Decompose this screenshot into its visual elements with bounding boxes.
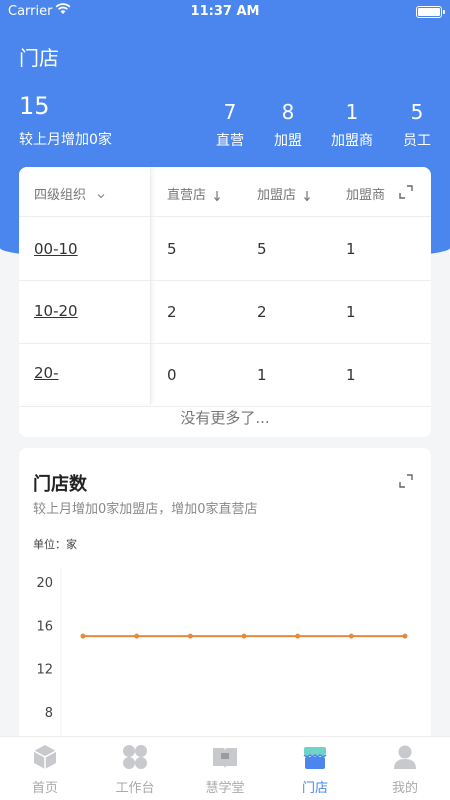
table-cell: 5 xyxy=(257,240,267,258)
cube-icon xyxy=(33,745,57,769)
total-change-text: 较上月增加0家 xyxy=(19,132,112,148)
row-label-link[interactable]: 10-20 xyxy=(34,302,78,320)
table-cell: 2 xyxy=(167,303,177,321)
column-label: 直营店 xyxy=(167,188,207,203)
data-point[interactable] xyxy=(295,633,301,639)
stat-franchisee[interactable]: 1 加盟商 xyxy=(317,100,387,150)
table-cell: 1 xyxy=(346,303,356,321)
chevron-down-icon xyxy=(97,193,105,198)
chart-title: 门店数 xyxy=(33,474,87,495)
table-cell: 1 xyxy=(346,240,356,258)
column-franchisees[interactable]: 加盟商 xyxy=(346,184,391,203)
data-point[interactable] xyxy=(241,633,247,639)
chart-unit-label: 单位：家 xyxy=(33,538,77,551)
group-level-dropdown[interactable]: 四级组织 xyxy=(34,184,106,203)
table-cell: 1 xyxy=(346,366,356,384)
stat-value: 8 xyxy=(281,100,295,124)
table-cell: 1 xyxy=(257,366,267,384)
total-store-count: 15 xyxy=(19,92,50,120)
stat-value: 5 xyxy=(410,100,424,124)
table-cell: 2 xyxy=(257,303,267,321)
user-icon xyxy=(394,745,416,769)
group-level-label: 四级组织 xyxy=(34,188,87,203)
stat-label: 加盟 xyxy=(274,133,302,149)
store-table-card: 四级组织 直营店 加盟店 加盟商 00-10 5 5 1 10-20 2 2 1… xyxy=(19,167,431,437)
book-icon xyxy=(213,748,237,769)
data-point[interactable] xyxy=(80,633,86,639)
stat-franchise[interactable]: 8 加盟 xyxy=(253,100,323,150)
y-tick-label: 8 xyxy=(45,706,53,721)
tab-bar: 首页 工作台 慧学堂 门店 我的 xyxy=(0,736,450,800)
sort-down-icon xyxy=(304,190,311,201)
row-label-link[interactable]: 00-10 xyxy=(34,240,78,258)
page-title: 门店 xyxy=(19,46,59,70)
tab-stores[interactable]: 门店 xyxy=(270,737,360,800)
column-label: 加盟商 xyxy=(346,188,386,203)
clock: 11:37 AM xyxy=(190,4,260,19)
data-point[interactable] xyxy=(402,633,408,639)
y-tick-label: 16 xyxy=(36,619,53,634)
y-tick-label: 20 xyxy=(36,576,53,591)
chart-subtitle: 较上月增加0家加盟店，增加0家直营店 xyxy=(33,502,258,517)
column-franchise-stores[interactable]: 加盟店 xyxy=(257,184,311,203)
expand-icon[interactable] xyxy=(399,185,413,199)
tab-label: 首页 xyxy=(31,781,58,796)
stat-label: 加盟商 xyxy=(331,133,373,149)
row-divider xyxy=(19,343,431,344)
tab-label: 工作台 xyxy=(115,781,155,796)
store-count-chart-card: 门店数 较上月增加0家加盟店，增加0家直营店 单位：家 20 16 12 8 xyxy=(19,448,431,748)
row-label-link[interactable]: 20- xyxy=(34,364,59,382)
table-cell: 0 xyxy=(167,366,177,384)
tab-home[interactable]: 首页 xyxy=(0,737,90,800)
no-more-text: 没有更多了... xyxy=(180,409,270,427)
stat-label: 员工 xyxy=(403,133,431,149)
stat-staff[interactable]: 5 员工 xyxy=(382,100,450,150)
data-point[interactable] xyxy=(187,633,193,639)
data-point[interactable] xyxy=(348,633,354,639)
sort-down-icon xyxy=(214,190,221,201)
y-tick-label: 12 xyxy=(36,663,53,678)
tab-workbench[interactable]: 工作台 xyxy=(90,737,180,800)
store-icon xyxy=(303,747,327,769)
tab-academy[interactable]: 慧学堂 xyxy=(180,737,270,800)
tab-label: 慧学堂 xyxy=(205,781,245,796)
column-direct-stores[interactable]: 直营店 xyxy=(167,184,221,203)
data-point[interactable] xyxy=(134,633,140,639)
tab-mine[interactable]: 我的 xyxy=(360,737,450,800)
battery-icon xyxy=(416,6,445,18)
status-bar: Carrier 11:37 AM xyxy=(0,0,450,24)
row-divider xyxy=(19,280,431,281)
table-cell: 5 xyxy=(167,240,177,258)
expand-icon[interactable] xyxy=(399,474,413,488)
store-count-line-chart: 20 16 12 8 xyxy=(36,568,408,748)
column-label: 加盟店 xyxy=(257,188,297,203)
grid-icon xyxy=(123,745,147,769)
table-header: 四级组织 直营店 加盟店 加盟商 xyxy=(19,167,431,217)
stat-value: 1 xyxy=(345,100,359,124)
tab-label: 门店 xyxy=(301,781,328,796)
tab-label: 我的 xyxy=(391,781,418,796)
